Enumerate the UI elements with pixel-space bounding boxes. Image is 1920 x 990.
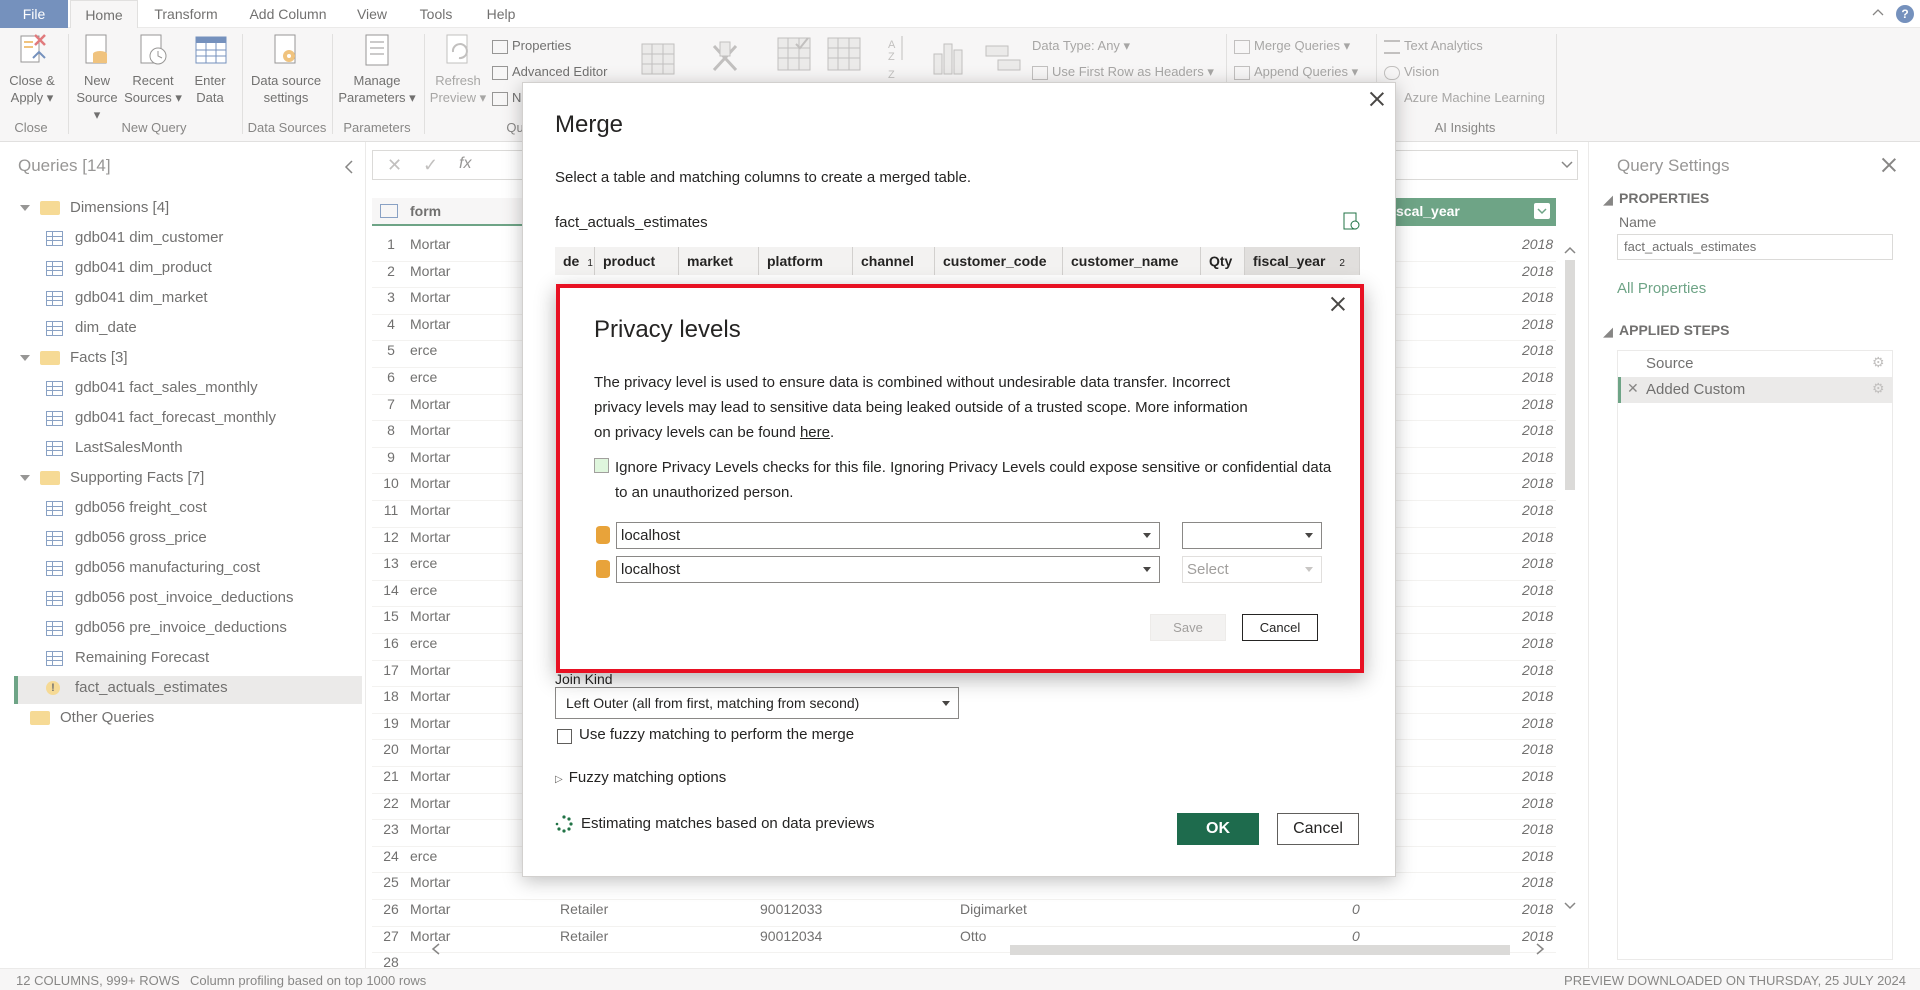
- privacy-cancel-button[interactable]: Cancel: [1242, 614, 1318, 641]
- loading-spinner-icon: [555, 815, 573, 836]
- column-header-selected[interactable]: fiscal_year 2: [1245, 247, 1360, 275]
- merge-title: Merge: [555, 111, 624, 138]
- ignore-privacy-checkbox[interactable]: [594, 458, 609, 473]
- column-header[interactable]: Qty: [1201, 247, 1245, 275]
- privacy-description: The privacy level is used to ensure data…: [594, 374, 1248, 441]
- data-source-dropdown-2[interactable]: localhost: [616, 556, 1160, 583]
- merge-cancel-button[interactable]: Cancel: [1277, 813, 1359, 845]
- database-icon: [596, 526, 610, 547]
- privacy-levels-dialog: Privacy levels The privacy level is used…: [556, 284, 1364, 673]
- merge-subtitle: Select a table and matching columns to c…: [555, 169, 972, 186]
- ok-button[interactable]: OK: [1177, 813, 1259, 845]
- merge-table-name: fact_actuals_estimates: [555, 214, 708, 231]
- refresh-preview-icon[interactable]: [1341, 211, 1361, 234]
- estimating-text: Estimating matches based on data preview…: [581, 815, 875, 832]
- join-kind-label: Join Kind: [555, 671, 613, 687]
- column-header[interactable]: platform: [759, 247, 853, 275]
- save-button[interactable]: Save: [1150, 614, 1226, 641]
- fuzzy-matching-label: Use fuzzy matching to perform the merge: [579, 726, 855, 743]
- column-header[interactable]: customer_name: [1063, 247, 1201, 275]
- merge-preview-header: de 1 product market platform channel cust…: [555, 247, 1360, 275]
- database-icon: [596, 560, 610, 581]
- data-source-dropdown-1[interactable]: localhost: [616, 522, 1160, 549]
- fuzzy-matching-checkbox[interactable]: [557, 729, 572, 744]
- close-privacy-icon[interactable]: [1330, 296, 1346, 312]
- column-header[interactable]: product: [595, 247, 679, 275]
- ignore-privacy-label: Ignore Privacy Levels checks for this fi…: [615, 459, 1332, 501]
- column-header[interactable]: market: [679, 247, 759, 275]
- fuzzy-options-toggle[interactable]: ▷ Fuzzy matching options: [555, 769, 726, 786]
- column-header[interactable]: customer_code: [935, 247, 1063, 275]
- column-header[interactable]: de 1: [555, 247, 595, 275]
- column-header[interactable]: channel: [853, 247, 935, 275]
- privacy-help-link[interactable]: here: [800, 424, 830, 441]
- privacy-level-dropdown-1[interactable]: [1182, 522, 1322, 549]
- join-kind-dropdown[interactable]: Left Outer (all from first, matching fro…: [555, 687, 959, 719]
- privacy-title: Privacy levels: [594, 316, 741, 343]
- chevron-right-icon: ▷: [555, 774, 563, 785]
- close-merge-icon[interactable]: [1369, 91, 1385, 107]
- privacy-level-dropdown-2[interactable]: Select: [1182, 556, 1322, 583]
